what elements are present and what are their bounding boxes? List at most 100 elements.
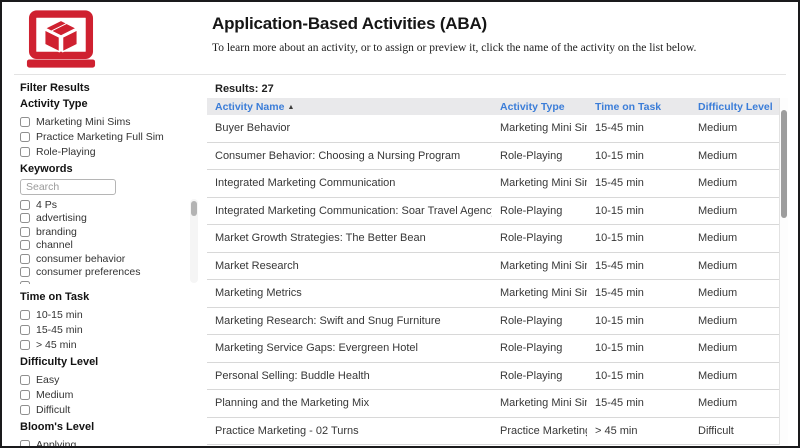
checkbox[interactable] <box>20 200 30 210</box>
filter-option: advertising <box>20 212 198 226</box>
table-row: Buyer BehaviorMarketing Mini Sims15-45 m… <box>207 115 779 143</box>
sort-asc-icon: ▲ <box>287 104 294 111</box>
filter-option-label: Marketing Mini Sims <box>36 116 131 128</box>
page-title: Application-Based Activities (ABA) <box>212 14 696 34</box>
time-on-task-cell: 10-15 min <box>587 205 690 217</box>
activities-table: Activity Name▲ Activity Type Time on Tas… <box>207 98 788 445</box>
difficulty-cell: Medium <box>690 232 779 244</box>
activity-name-link[interactable]: Planning and the Marketing Mix <box>207 397 492 409</box>
difficulty-cell: Medium <box>690 122 779 134</box>
column-header-difficulty-level[interactable]: Difficulty Level <box>690 101 779 113</box>
filter-section-activity-type: Activity Type Marketing Mini SimsPractic… <box>20 98 198 159</box>
difficulty-cell: Medium <box>690 260 779 272</box>
difficulty-cell: Medium <box>690 150 779 162</box>
difficulty-cell: Medium <box>690 370 779 382</box>
table-scrollbar[interactable] <box>779 98 788 445</box>
activity-name-link[interactable]: Marketing Research: Swift and Snug Furni… <box>207 315 492 327</box>
filter-section-difficulty: Difficulty Level EasyMediumDifficult <box>20 356 198 417</box>
table-row: Planning and the Marketing MixMarketing … <box>207 390 779 418</box>
difficulty-cell: Medium <box>690 287 779 299</box>
time-on-task-options: 10-15 min15-45 min > 45 min <box>20 307 198 352</box>
difficulty-cell: Medium <box>690 397 779 409</box>
activity-name-link[interactable]: Buyer Behavior <box>207 122 492 134</box>
checkbox[interactable] <box>20 405 30 415</box>
activity-name-link[interactable]: Marketing Service Gaps: Evergreen Hotel <box>207 342 492 354</box>
filter-option-label: Difficult <box>36 404 70 416</box>
difficulty-level-options: EasyMediumDifficult <box>20 372 198 417</box>
filter-option-label: 10-15 min <box>36 309 83 321</box>
filter-option: branding <box>20 225 198 239</box>
keywords-list: 4 Psadvertisingbrandingchannelconsumer b… <box>20 198 198 284</box>
activity-name-link[interactable]: Market Research <box>207 260 492 272</box>
filter-option: Easy <box>20 372 198 387</box>
activity-type-cell: Marketing Mini Sims <box>492 397 587 409</box>
checkbox[interactable] <box>20 310 30 320</box>
column-header-activity-name[interactable]: Activity Name▲ <box>207 101 492 113</box>
checkbox[interactable] <box>20 132 30 142</box>
filter-option-label: Applying <box>36 439 76 447</box>
filter-option: 10-15 min <box>20 307 198 322</box>
filter-option: 15-45 min <box>20 322 198 337</box>
results-count: Results: 27 <box>215 83 788 95</box>
activity-name-link[interactable]: Marketing Metrics <box>207 287 492 299</box>
time-on-task-cell: 15-45 min <box>587 287 690 299</box>
keywords-scrollbar-thumb[interactable] <box>191 201 197 216</box>
checkbox[interactable] <box>20 254 30 264</box>
filter-option: Difficult <box>20 402 198 417</box>
filter-option: channel <box>20 239 198 253</box>
checkbox[interactable] <box>20 390 30 400</box>
activity-type-cell: Role-Playing <box>492 370 587 382</box>
time-on-task-cell: 10-15 min <box>587 370 690 382</box>
activity-type-cell: Role-Playing <box>492 342 587 354</box>
checkbox[interactable] <box>20 213 30 223</box>
filter-section-time-on-task: Time on Task 10-15 min15-45 min> 45 min <box>20 291 198 352</box>
column-header-time-on-task[interactable]: Time on Task <box>587 101 690 113</box>
activity-name-link[interactable]: Personal Selling: Buddle Health <box>207 370 492 382</box>
table-row: Marketing MetricsMarketing Mini Sims15-4… <box>207 280 779 308</box>
keywords-scrollbar[interactable] <box>190 199 198 283</box>
checkbox[interactable] <box>20 240 30 250</box>
checkbox[interactable] <box>20 340 30 350</box>
table-row: Consumer Behavior: Choosing a Nursing Pr… <box>207 143 779 171</box>
activity-name-link[interactable]: Integrated Marketing Communication: Soar… <box>207 205 492 217</box>
checkbox[interactable] <box>20 267 30 277</box>
filter-option-label: channel <box>36 239 73 251</box>
checkbox[interactable] <box>20 227 30 237</box>
activity-type-cell: Practice Marketing ... <box>492 425 587 437</box>
blooms-level-heading: Bloom's Level <box>20 421 198 433</box>
checkbox[interactable] <box>20 325 30 335</box>
difficulty-cell: Medium <box>690 315 779 327</box>
filter-option: consumer behavior <box>20 252 198 266</box>
time-on-task-cell: 10-15 min <box>587 150 690 162</box>
results-panel: Results: 27 Activity Name▲ Activity Type… <box>207 80 788 445</box>
column-header-activity-type[interactable]: Activity Type <box>492 101 587 113</box>
activity-name-link[interactable]: Integrated Marketing Communication <box>207 177 492 189</box>
checkbox[interactable] <box>20 281 30 284</box>
table-header-row: Activity Name▲ Activity Type Time on Tas… <box>207 98 779 115</box>
filter-option: Practice Marketing Full Sim <box>20 129 198 144</box>
table-scrollbar-thumb[interactable] <box>781 110 787 218</box>
checkbox[interactable] <box>20 375 30 385</box>
activity-name-link[interactable]: Market Growth Strategies: The Better Bea… <box>207 232 492 244</box>
time-on-task-cell: 15-45 min <box>587 260 690 272</box>
difficulty-level-heading: Difficulty Level <box>20 356 198 368</box>
checkbox[interactable] <box>20 147 30 157</box>
filter-option-label: advertising <box>36 212 87 224</box>
filter-option: Marketing Mini Sims <box>20 114 198 129</box>
time-on-task-cell: 10-15 min <box>587 232 690 244</box>
keywords-search-input[interactable] <box>20 179 116 195</box>
difficulty-cell: Medium <box>690 177 779 189</box>
table-row: Personal Selling: Buddle HealthRole-Play… <box>207 363 779 391</box>
keywords-list-wrap: 4 Psadvertisingbrandingchannelconsumer b… <box>20 198 198 284</box>
filter-option-label: consumer preferences <box>36 266 140 278</box>
app-window: Application-Based Activities (ABA) To le… <box>0 0 800 448</box>
activity-name-link[interactable]: Consumer Behavior: Choosing a Nursing Pr… <box>207 150 492 162</box>
activity-name-link[interactable]: Practice Marketing - 02 Turns <box>207 425 492 437</box>
filter-option-label: > 45 min <box>36 339 77 351</box>
checkbox[interactable] <box>20 117 30 127</box>
filter-option-label: Easy <box>36 374 59 386</box>
laptop-cube-logo <box>20 10 102 70</box>
checkbox[interactable] <box>20 440 30 447</box>
difficulty-cell: Medium <box>690 342 779 354</box>
page-header: Application-Based Activities (ABA) To le… <box>212 14 696 54</box>
